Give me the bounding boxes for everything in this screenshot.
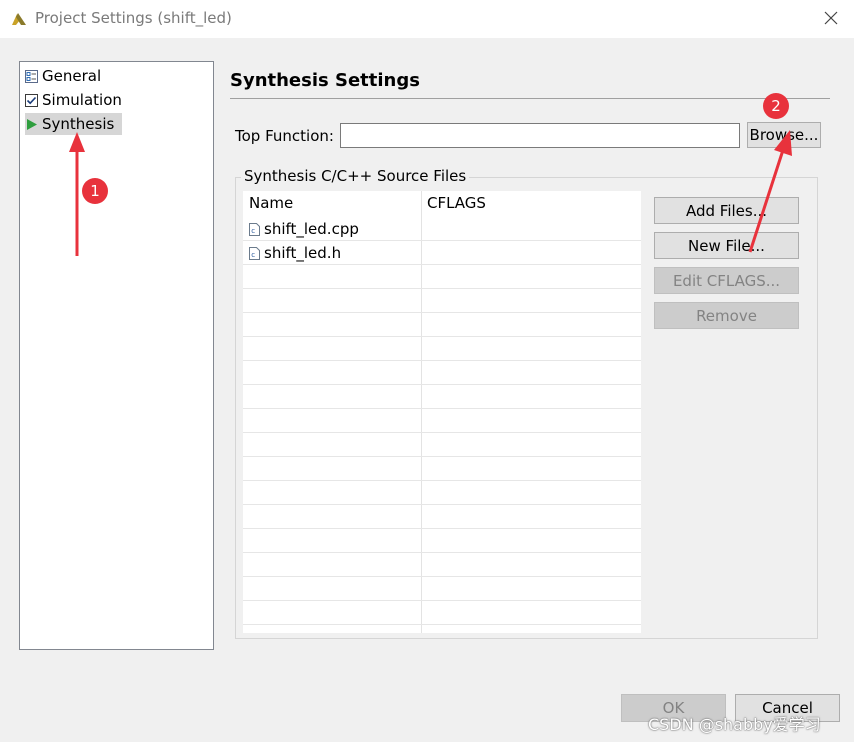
source-files-table: Name CFLAGS c shift_led.cpp c shift_led.… [243,191,641,633]
remove-button[interactable]: Remove [654,302,799,329]
nav-item-simulation[interactable]: Simulation [25,89,122,111]
window-title: Project Settings (shift_led) [35,9,232,27]
settings-nav-tree: General Simulation Synthesis [19,61,214,650]
nav-item-simulation-label: Simulation [42,91,122,109]
row-gridline [243,504,641,505]
file-name: shift_led.h [264,244,342,262]
synthesis-play-icon [27,118,37,130]
row-gridline [243,384,641,385]
source-files-group-label: Synthesis C/C++ Source Files [241,167,470,185]
column-divider [421,191,422,633]
top-function-label: Top Function: [235,127,334,145]
row-gridline [243,312,641,313]
table-row[interactable]: c shift_led.cpp [249,217,359,241]
close-icon[interactable] [822,9,840,27]
edit-cflags-button[interactable]: Edit CFLAGS... [654,267,799,294]
nav-item-synthesis-label: Synthesis [42,115,115,133]
row-gridline [243,480,641,481]
row-gridline [243,288,641,289]
section-title: Synthesis Settings [230,70,420,91]
vivado-hls-app-icon [12,13,26,25]
svg-text:c: c [251,227,255,235]
title-bar: Project Settings (shift_led) [0,0,854,38]
annotation-badge-2: 2 [763,93,789,119]
table-row[interactable]: c shift_led.h [249,241,341,265]
row-gridline [243,528,641,529]
simulation-checkbox-icon [25,93,38,107]
svg-text:c: c [251,251,255,259]
new-file-button[interactable]: New File... [654,232,799,259]
nav-item-general-label: General [42,67,102,85]
row-gridline [243,336,641,337]
annotation-badge-1: 1 [82,178,108,204]
nav-item-synthesis[interactable]: Synthesis [25,113,123,135]
csdn-watermark: CSDN @shabby爱学习 [648,715,821,734]
file-name: shift_led.cpp [264,220,359,238]
row-gridline [243,600,641,601]
row-gridline [243,552,641,553]
column-header-name[interactable]: Name [243,191,421,215]
row-gridline [243,408,641,409]
row-gridline [243,576,641,577]
top-function-input[interactable] [340,123,740,148]
h-header-file-icon: c [249,246,260,260]
c-source-file-icon: c [249,222,260,236]
row-gridline [243,360,641,361]
row-gridline [243,456,641,457]
add-files-button[interactable]: Add Files... [654,197,799,224]
column-header-cflags[interactable]: CFLAGS [421,191,641,215]
browse-button[interactable]: Browse... [747,122,821,148]
section-divider [230,98,830,99]
general-settings-icon [25,69,38,83]
nav-item-general[interactable]: General [25,65,101,87]
row-gridline [243,624,641,625]
row-gridline [243,432,641,433]
